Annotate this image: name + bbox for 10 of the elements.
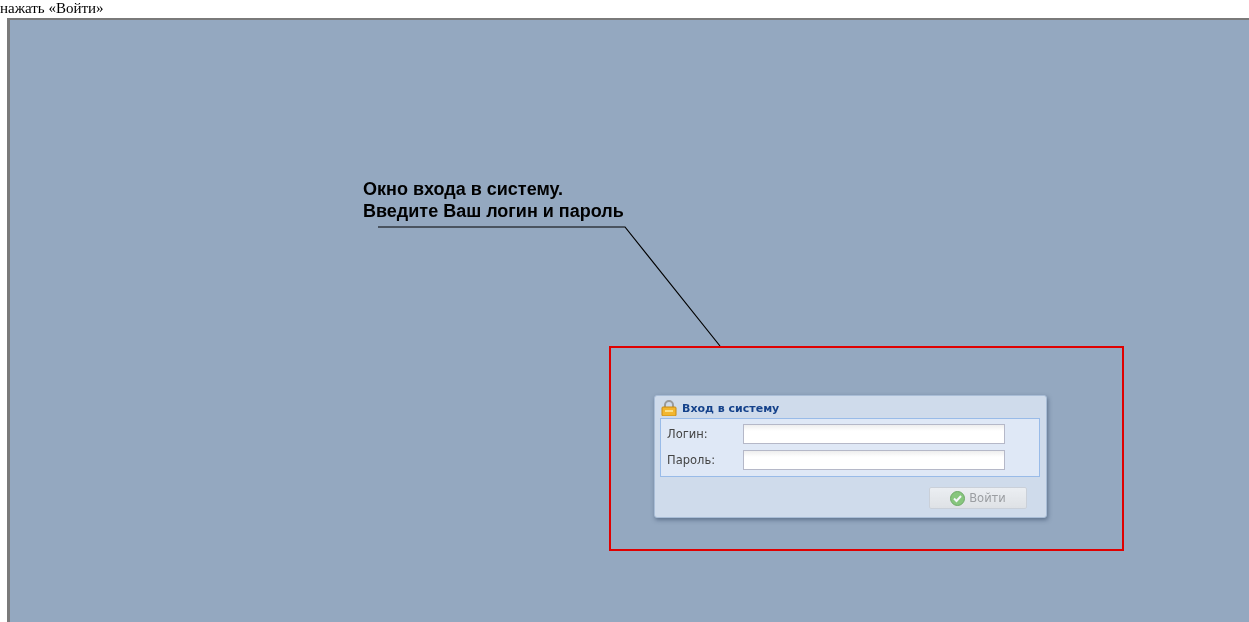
check-icon [950,490,966,506]
input-field[interactable] [743,450,1005,470]
callout-text: Введите Ваш логин и пароль [363,200,624,222]
callout-text: Окно входа в систему. [363,178,564,200]
field-label: Пароль: [667,453,717,467]
dialog-title: Вход в систему [682,401,780,415]
input-field[interactable] [743,424,1005,444]
field-label: Логин: [667,427,709,441]
lock-icon [660,400,678,416]
document-text: нажать «Войти» [0,0,104,16]
